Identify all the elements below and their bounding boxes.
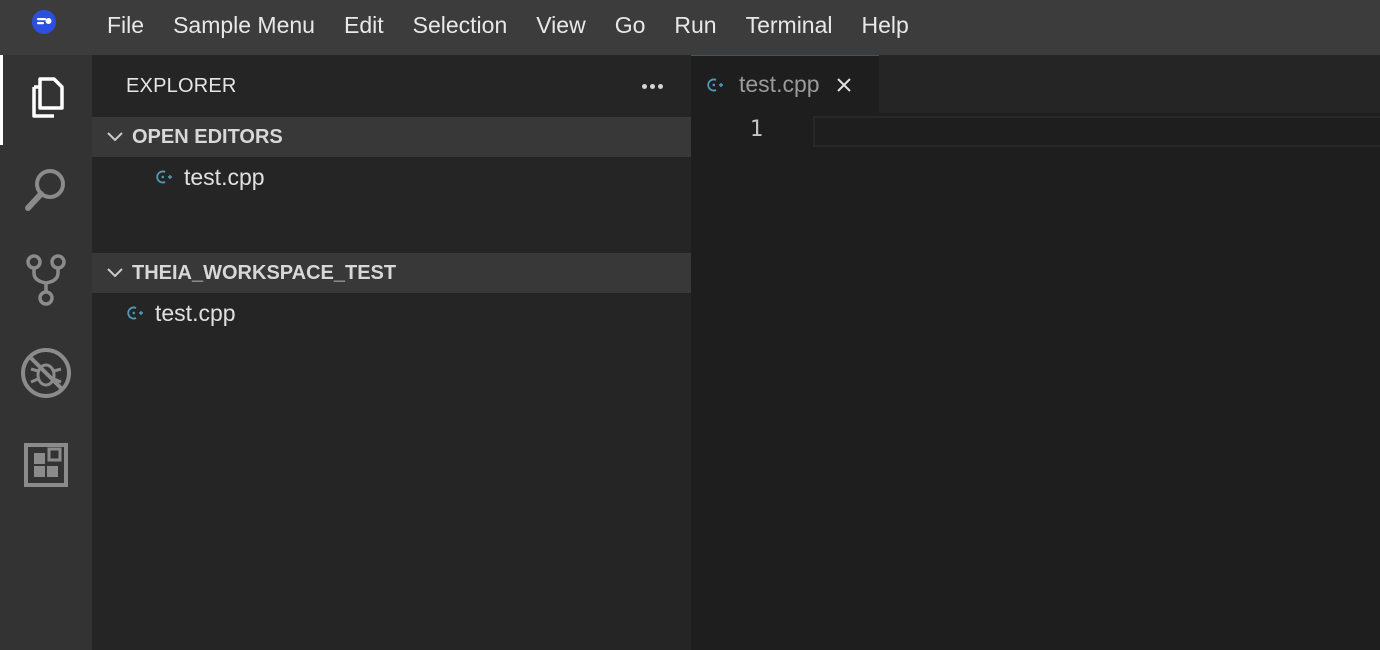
debug-disabled-icon [19, 346, 73, 405]
editor-tab-label: test.cpp [739, 71, 820, 97]
activity-extensions[interactable] [0, 422, 92, 512]
open-editor-filename: test.cpp [184, 163, 265, 190]
open-editors-list: test.cpp [92, 157, 691, 253]
menu-bar: File Sample Menu Edit Selection View Go … [0, 0, 1380, 55]
workspace-title: THEIA_WORKSPACE_TEST [132, 261, 397, 284]
menu-selection[interactable]: Selection [398, 0, 522, 55]
activity-debug[interactable] [0, 330, 92, 420]
menu-sample-menu[interactable]: Sample Menu [159, 0, 330, 55]
workspace-filename: test.cpp [155, 299, 236, 326]
menu-help[interactable]: Help [847, 0, 923, 55]
chevron-down-icon [107, 268, 123, 278]
menu-edit[interactable]: Edit [329, 0, 398, 55]
menu-view[interactable]: View [522, 0, 600, 55]
editor-area: test.cpp 1 [691, 55, 1380, 650]
editor-tab-bar: test.cpp [691, 55, 1380, 113]
extensions-icon [24, 442, 68, 492]
workspace-file-tree: test.cpp [92, 293, 691, 333]
explorer-header: EXPLORER [92, 55, 691, 117]
open-editors-title: OPEN EDITORS [132, 125, 283, 148]
activity-explorer[interactable] [0, 55, 92, 145]
open-editor-item[interactable]: test.cpp [92, 157, 691, 197]
editor-tab[interactable]: test.cpp [691, 55, 879, 113]
theia-logo-icon [0, 0, 92, 55]
menu-run[interactable]: Run [660, 0, 731, 55]
chevron-down-icon [107, 132, 123, 142]
search-icon [22, 166, 70, 219]
workspace-header[interactable]: THEIA_WORKSPACE_TEST [92, 253, 691, 293]
cpp-file-icon [127, 306, 143, 320]
line-number: 1 [749, 117, 763, 142]
explorer-title: EXPLORER [126, 74, 237, 97]
cpp-file-icon [707, 78, 723, 91]
activity-source-control[interactable] [0, 237, 92, 327]
source-control-icon [24, 253, 68, 312]
more-actions-icon[interactable] [640, 76, 665, 96]
current-line-highlight[interactable] [813, 116, 1380, 147]
close-icon[interactable] [836, 77, 852, 93]
open-editors-header[interactable]: OPEN EDITORS [92, 117, 691, 157]
workspace-file-item[interactable]: test.cpp [92, 293, 691, 333]
activity-bar [0, 55, 92, 650]
explorer-files-icon [28, 76, 68, 125]
explorer-sidebar: EXPLORER OPEN EDITORS test.cpp THEIA_WOR… [92, 55, 691, 650]
menu-go[interactable]: Go [600, 0, 660, 55]
activity-search[interactable] [0, 147, 92, 237]
menu-terminal[interactable]: Terminal [731, 0, 847, 55]
menu-file[interactable]: File [92, 0, 159, 55]
cpp-file-icon [156, 170, 172, 184]
